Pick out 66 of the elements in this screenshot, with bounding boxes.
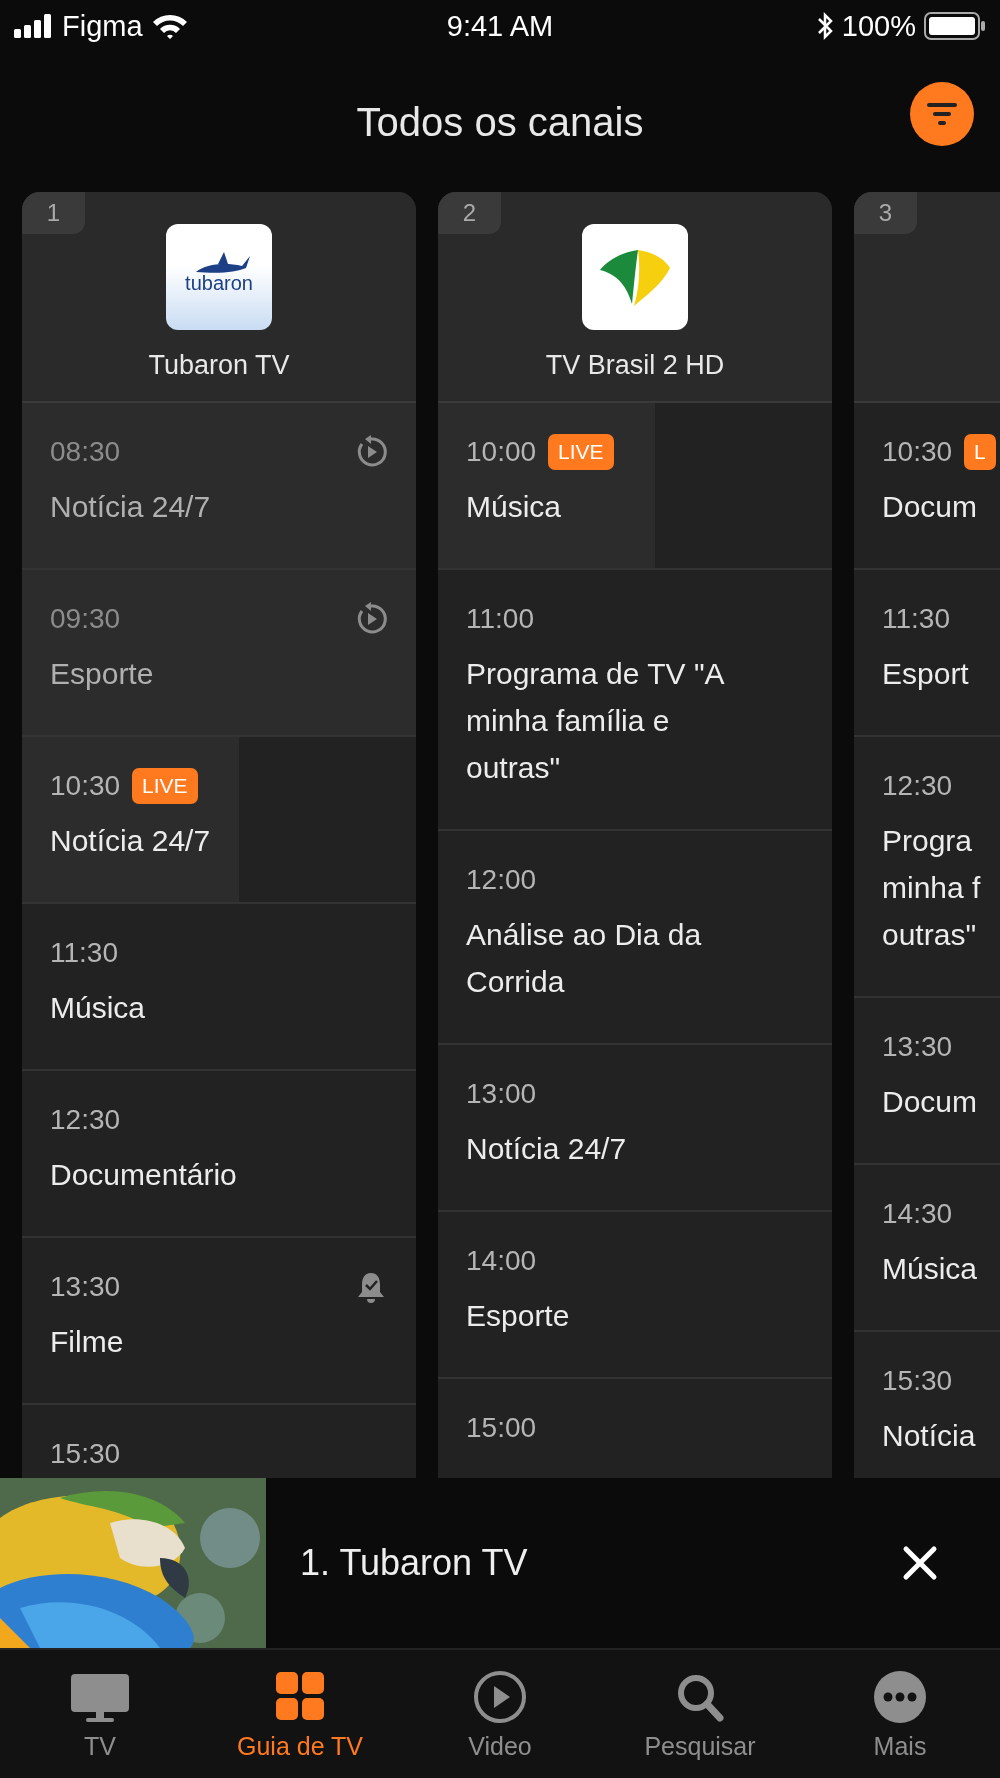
- channel-number: 3: [854, 192, 917, 234]
- program-title: Música: [466, 489, 563, 525]
- program-row[interactable]: 09:30 Esporte: [22, 570, 416, 737]
- program-time: 12:30: [882, 770, 953, 802]
- program-time: 13:30: [50, 1271, 121, 1303]
- program-time: 13:30: [882, 1031, 953, 1063]
- program-time: 11:30: [50, 937, 118, 969]
- battery-percent: 100%: [841, 9, 916, 43]
- program-time: 11:30: [882, 603, 950, 635]
- program-time: 15:30: [882, 1365, 953, 1397]
- program-time: 09:30: [50, 603, 121, 635]
- program-row[interactable]: 10:30 LIVE Notícia 24/7: [22, 737, 416, 904]
- channel-name: Tubaron TV: [148, 350, 290, 381]
- program-title: Filme: [50, 1324, 125, 1360]
- program-title: Docum: [882, 1084, 979, 1120]
- program-title: Progra minha f outras": [882, 823, 982, 953]
- tab-bar-item[interactable]: TV: [15, 1650, 185, 1778]
- battery-icon: [924, 11, 986, 41]
- program-title: Notícia 24/7: [466, 1131, 628, 1167]
- page-title: Todos os canais: [356, 99, 644, 145]
- program-title: Análise ao Dia da Corrida: [466, 917, 703, 1000]
- filter-icon: [927, 101, 957, 127]
- tab-bar-item[interactable]: Guia de TV: [215, 1650, 385, 1778]
- program-title: Notícia 24/7: [50, 823, 212, 859]
- program-time: 14:30: [882, 1198, 953, 1230]
- program-time: 13:00: [466, 1078, 537, 1110]
- program-title: Notícia: [882, 1418, 977, 1454]
- channel-name: TV Brasil 2 HD: [545, 350, 725, 381]
- clock-time: 9:41 AM: [446, 9, 554, 43]
- program-time: 12:00: [466, 864, 537, 896]
- program-time: 12:30: [50, 1104, 121, 1136]
- program-title: Música: [50, 990, 147, 1026]
- program-row[interactable]: 10:00 LIVE Música: [438, 403, 832, 570]
- program-title: Esport: [882, 656, 970, 692]
- tab-bar-item[interactable]: Pesquisar: [615, 1650, 785, 1778]
- program-time: 08:30: [50, 436, 121, 468]
- bluetooth-icon: [815, 11, 834, 41]
- program-time: 15:30: [50, 1438, 121, 1470]
- program-time: 10:30: [50, 770, 121, 802]
- program-title: Programa de TV "A minha família e outras": [466, 656, 726, 786]
- signal-icon: [14, 14, 54, 38]
- channel-number: 1: [22, 192, 85, 234]
- program-time: 14:00: [466, 1245, 537, 1277]
- program-title: Docum: [882, 489, 979, 525]
- channel-header[interactable]: 3: [854, 192, 1000, 403]
- program-row[interactable]: 08:30 Notícia 24/7: [22, 403, 416, 570]
- program-time: 15:00: [466, 1412, 537, 1444]
- program-title: Documentário: [50, 1157, 238, 1193]
- channel-header[interactable]: 1 tubaron Tubaron TV: [22, 192, 416, 403]
- program-time: 10:00: [466, 436, 537, 468]
- program-time: 10:30: [882, 436, 953, 468]
- live-badge: L: [964, 434, 996, 470]
- tab-bar-item[interactable]: Video: [415, 1650, 585, 1778]
- channel-header[interactable]: 2 TV Brasil 2 HD: [438, 192, 832, 403]
- program-title: Música: [882, 1251, 979, 1287]
- carrier-name: Figma: [62, 9, 143, 43]
- now-playing-title: 1. Tubaron TV: [300, 1542, 529, 1584]
- program-title: Esporte: [50, 656, 155, 692]
- channel-logo: tubaron: [166, 224, 272, 330]
- tab-bar-item[interactable]: Mais: [815, 1650, 985, 1778]
- program-time: 11:00: [466, 603, 534, 635]
- channel-number: 2: [438, 192, 501, 234]
- live-badge: LIVE: [548, 434, 614, 470]
- program-title: Esporte: [466, 1298, 571, 1334]
- program-title: Notícia 24/7: [50, 489, 212, 525]
- live-badge: LIVE: [132, 768, 198, 804]
